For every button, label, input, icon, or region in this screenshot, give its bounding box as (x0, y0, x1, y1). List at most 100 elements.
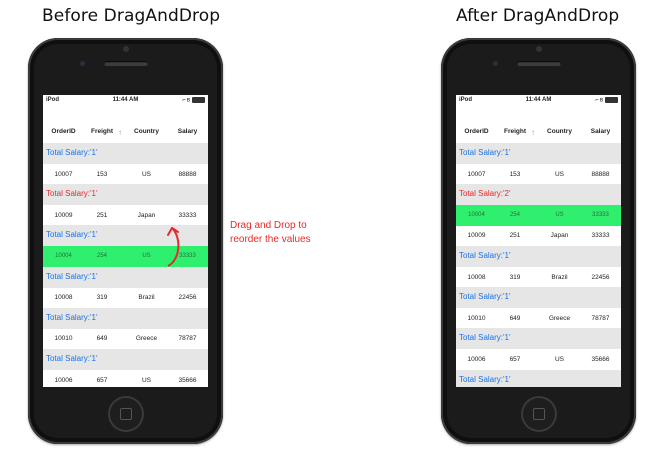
group-caption-label: Total Salary:'1' (459, 333, 511, 343)
group-caption-row[interactable]: Total Salary:'1' (456, 246, 621, 267)
table-row[interactable]: 10010 649 Greece 78787 (43, 328, 208, 349)
cell-country: US (554, 356, 565, 363)
group-caption-row[interactable]: Total Salary:'1' (43, 184, 208, 206)
cell-orderid: 10009 (54, 211, 73, 219)
cell-orderid: 10007 (467, 170, 486, 178)
sensor-dot (122, 46, 129, 52)
table-row[interactable]: 10008 319 Brazil 22456 (43, 287, 208, 308)
cell-freight: 319 (509, 273, 521, 281)
group-caption-row[interactable]: Total Salary:'2' (456, 184, 621, 206)
group-caption-label: Total Salary:'1' (459, 292, 511, 302)
cell-orderid: 10010 (467, 314, 486, 322)
cell-country: US (142, 253, 151, 259)
column-header-orderid[interactable]: OrderID (43, 128, 84, 135)
cell-country: Brazil (138, 294, 155, 302)
cell-orderid: 10004 (468, 211, 485, 218)
group-caption-row[interactable]: Total Salary:'1' (456, 287, 621, 309)
cell-country: Greece (135, 335, 158, 343)
camera-icon (78, 60, 86, 67)
cell-freight: 657 (96, 376, 108, 384)
column-header-salary[interactable]: Salary (580, 128, 621, 135)
cell-salary: 88888 (178, 170, 197, 178)
cell-freight: 251 (96, 211, 108, 219)
home-button[interactable] (107, 396, 144, 432)
cell-freight: 254 (96, 253, 107, 259)
bluetooth-icon: ʙ (186, 97, 191, 104)
group-caption-row[interactable]: Total Salary:'1' (456, 328, 621, 350)
group-caption-label: Total Salary:'2' (459, 189, 511, 199)
cell-freight: 657 (509, 356, 521, 363)
drag-arrow-icon (167, 227, 180, 267)
status-bar: iPod 11:44 AM ⌐ʙ (43, 95, 208, 107)
cell-salary: 35666 (178, 376, 197, 384)
cell-salary: 22456 (178, 294, 197, 302)
cell-orderid: 10010 (54, 335, 73, 343)
cell-orderid: 10008 (54, 294, 73, 302)
before-title: Before DragAndDrop (42, 6, 221, 26)
table-row[interactable]: 10006 657 US 35666 (43, 370, 208, 387)
battery-icon (192, 97, 205, 103)
column-header-orderid[interactable]: OrderID (456, 128, 497, 135)
group-caption-row[interactable]: Total Salary:'1' (43, 143, 208, 164)
drag-drop-annotation: Drag and Drop to reorder the values (230, 220, 311, 245)
phone-before: iPod 11:44 AM ⌐ʙ OrderID Freight ↑ Count… (28, 38, 223, 444)
table-row[interactable]: 10007 153 US 88888 (43, 164, 208, 185)
cell-country: Japan (550, 232, 569, 240)
battery-icon (605, 97, 618, 103)
column-header-country[interactable]: Country (539, 128, 580, 135)
cell-salary: 33333 (178, 211, 197, 219)
table-row[interactable]: 10006 657 US 35666 (456, 349, 621, 370)
cell-country: Japan (137, 211, 156, 219)
cell-freight: 254 (509, 211, 520, 218)
cell-orderid: 10007 (54, 170, 73, 178)
status-indicators: ⌐ʙ (595, 97, 618, 104)
cell-freight: 153 (96, 170, 108, 178)
home-button[interactable] (520, 396, 557, 432)
cell-country: Greece (548, 314, 571, 322)
cell-country: US (141, 170, 152, 178)
cell-salary: 78787 (178, 335, 197, 343)
table-row[interactable]: 10007 153 US 88888 (456, 164, 621, 185)
cell-orderid: 10004 (55, 253, 72, 259)
group-caption-row[interactable]: Total Salary:'1' (456, 369, 621, 387)
column-header-freight[interactable]: Freight (497, 128, 533, 135)
cell-freight: 319 (96, 294, 108, 302)
status-indicators: ⌐ʙ (182, 97, 205, 104)
bluetooth-icon: ʙ (599, 97, 604, 104)
group-caption-row[interactable]: Total Salary:'1' (43, 307, 208, 329)
cell-salary: 33333 (592, 211, 609, 218)
camera-icon (491, 60, 499, 67)
sort-ascending-icon[interactable]: ↑ (531, 128, 535, 137)
column-header-country[interactable]: Country (126, 128, 167, 135)
cell-salary: 35666 (591, 356, 610, 363)
group-caption-row[interactable]: Total Salary:'1' (456, 143, 621, 164)
column-header-freight[interactable]: Freight (84, 128, 120, 135)
cell-salary: 78787 (591, 314, 610, 322)
cell-salary: 88888 (591, 170, 610, 178)
cell-country: US (555, 211, 564, 218)
table-row[interactable]: 10008 319 Brazil 22456 (456, 267, 621, 288)
dragged-row[interactable]: 10004 254 US 33333 (456, 204, 621, 226)
cell-freight: 251 (509, 232, 521, 240)
sort-ascending-icon[interactable]: ↑ (118, 128, 122, 137)
group-caption-label: Total Salary:'1' (46, 354, 98, 363)
speaker-grille (516, 61, 561, 66)
group-caption-label: Total Salary:'1' (459, 374, 511, 384)
table-row[interactable]: 10009 251 Japan 33333 (456, 225, 621, 246)
grid-header: OrderID Freight ↑ Country Salary (43, 119, 208, 143)
table-row[interactable]: 10010 649 Greece 78787 (456, 308, 621, 329)
column-header-salary[interactable]: Salary (167, 128, 208, 135)
cell-country: US (554, 170, 565, 178)
screen-after: iPod 11:44 AM ⌐ʙ OrderID Freight ↑ Count… (456, 95, 621, 387)
sensor-dot (535, 46, 542, 52)
group-caption-row[interactable]: Total Salary:'1' (43, 349, 208, 370)
phone-after: iPod 11:44 AM ⌐ʙ OrderID Freight ↑ Count… (441, 38, 636, 444)
group-caption-label: Total Salary:'1' (46, 148, 98, 157)
cell-orderid: 10008 (467, 273, 486, 281)
cell-salary: 22456 (591, 273, 610, 281)
group-caption-row[interactable]: Total Salary:'1' (43, 266, 208, 288)
cell-freight: 649 (96, 335, 108, 343)
cell-orderid: 10006 (467, 356, 486, 363)
cell-country: Brazil (551, 273, 568, 281)
cell-orderid: 10006 (54, 376, 73, 384)
